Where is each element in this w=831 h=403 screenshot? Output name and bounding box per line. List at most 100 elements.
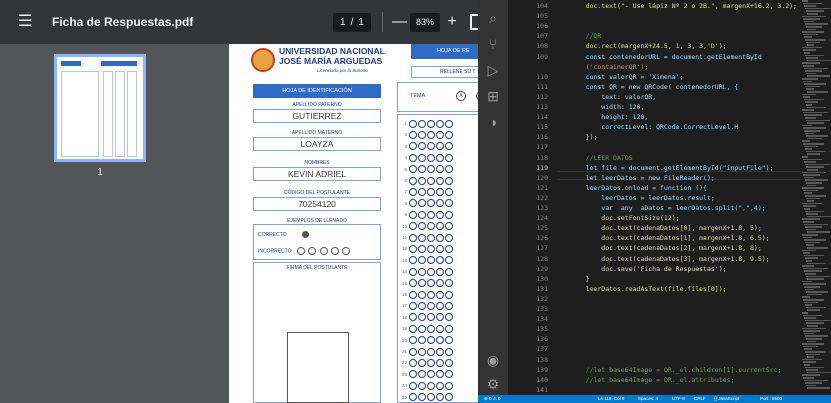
- answer-bubble: [436, 130, 444, 139]
- tema-box: TEMA A B: [397, 82, 490, 112]
- code-line[interactable]: doc.text(cadenaDatos[0], margenX+1.8, 5)…: [570, 224, 761, 232]
- status-encoding[interactable]: UTF-8: [672, 395, 685, 403]
- page-separator: /: [350, 17, 354, 28]
- code-line[interactable]: var any aDatos = leerDatos.split(",",4);: [570, 204, 765, 212]
- minimap-line: [805, 179, 828, 181]
- code-line[interactable]: //QR: [570, 32, 602, 40]
- minimap-line: [804, 223, 828, 226]
- answer-bubble: [418, 336, 426, 345]
- status-eol[interactable]: CRLF: [694, 395, 706, 403]
- answer-bubble: [427, 119, 435, 128]
- remote-icon[interactable]: ◑: [483, 112, 503, 132]
- line-number: 140: [536, 375, 548, 384]
- answer-bubble: [436, 393, 444, 402]
- empty-bubble-icon: [342, 247, 351, 255]
- settings-gear-icon[interactable]: ⚙: [483, 374, 503, 394]
- code-line[interactable]: leerDatos = leerDatos.result;: [570, 194, 715, 202]
- answer-bubble: [409, 233, 417, 242]
- code-line[interactable]: ('containerQR');: [570, 63, 649, 71]
- minimap-line: [807, 231, 830, 233]
- minimap-line: [806, 182, 822, 184]
- empty-bubble-icon: [308, 247, 317, 255]
- field-value: 70254120: [253, 197, 381, 211]
- answer-bubble: [436, 301, 444, 310]
- extensions-icon[interactable]: ⊞: [483, 86, 503, 106]
- page-thumbnail[interactable]: [54, 54, 146, 162]
- minimap-line: [805, 226, 822, 228]
- answer-bubble: [418, 233, 426, 242]
- answer-bubble: [436, 290, 444, 299]
- code-line[interactable]: doc.text(cadenaDatos[2], margenX+1.8, 8)…: [570, 244, 761, 252]
- answer-bubble: [409, 187, 417, 196]
- code-line[interactable]: }: [570, 275, 590, 283]
- status-cursor-position[interactable]: Ln 119, Col 9: [598, 395, 624, 403]
- code-line[interactable]: const QR = new QRCode( contenedorURL, {: [570, 83, 739, 91]
- answer-bubble: [445, 279, 453, 288]
- code-line[interactable]: });: [570, 133, 598, 141]
- search-icon[interactable]: ⌕: [483, 8, 503, 28]
- page-current[interactable]: 1: [340, 17, 346, 28]
- code-line[interactable]: width: 120,: [570, 103, 644, 111]
- line-number: 137: [536, 345, 548, 354]
- zoom-in-button[interactable]: +: [445, 12, 459, 32]
- line-number: 139: [536, 365, 548, 374]
- tema-option-a: A: [456, 91, 466, 101]
- line-number: 123: [536, 204, 548, 212]
- answer-number: 15: [401, 280, 407, 286]
- code-line[interactable]: //LEER DATOS: [570, 154, 633, 162]
- answer-row: 25: [400, 393, 453, 402]
- minimap-line: [805, 85, 820, 88]
- code-line[interactable]: doc.setFontSize(12);: [570, 214, 679, 222]
- code-line[interactable]: text: valorQR,: [570, 93, 656, 101]
- line-number: 108: [536, 42, 548, 51]
- minimap-line: [806, 197, 820, 200]
- answer-bubble: [418, 222, 426, 231]
- line-number: 107: [536, 32, 548, 41]
- answer-bubble: [445, 210, 453, 219]
- minimap-line: [805, 39, 826, 41]
- status-language[interactable]: {} JavaScript: [714, 395, 739, 403]
- code-line[interactable]: doc.rect(margenX+24.5, 1, 3, 3,'D');: [570, 42, 727, 50]
- code-line[interactable]: leerDatos.onload = function (){: [570, 184, 707, 192]
- code-line[interactable]: height: 120,: [570, 113, 648, 121]
- status-live-server-port[interactable]: Port : 5500: [760, 395, 782, 403]
- code-line[interactable]: doc.text(cadenaDatos[3], margenX+1.8, 9.…: [570, 255, 769, 263]
- code-line[interactable]: const contenedorURL = document.getElemen…: [570, 53, 762, 61]
- status-problems[interactable]: ⊗ 0 ⚠ 0: [484, 395, 501, 403]
- code-line[interactable]: doc.text("- Use lápiz Nº 2 o 2B.", marge…: [570, 2, 797, 10]
- university-tagline: Licenciada por la Sunedu: [317, 68, 368, 73]
- run-debug-icon[interactable]: ▷: [483, 60, 503, 80]
- page-indicator[interactable]: 1 / 1: [333, 13, 371, 32]
- answer-bubble: [427, 267, 435, 276]
- minimap-line: [807, 215, 831, 218]
- line-number: 131: [536, 284, 548, 293]
- account-icon[interactable]: ◉: [483, 350, 503, 370]
- code-line[interactable]: leerDatos.readAsText(file.files[0]);: [570, 285, 727, 293]
- line-number: 134: [536, 315, 548, 324]
- answer-row: 1: [400, 119, 453, 128]
- minimap[interactable]: [800, 0, 831, 395]
- minimap-line: [802, 280, 812, 283]
- answer-bubble: [409, 290, 417, 299]
- answer-bubble: [445, 153, 453, 162]
- code-line[interactable]: //let base64Image = QR._el.attributes;: [570, 376, 735, 384]
- code-line[interactable]: //let base64Image = QR._el.children[1].c…: [570, 366, 782, 374]
- answer-bubble: [436, 347, 444, 356]
- zoom-level[interactable]: 83%: [410, 13, 440, 32]
- answer-bubble: [436, 267, 444, 276]
- code-area[interactable]: doc.text("- Use lápiz Nº 2 o 2B.", marge…: [570, 0, 800, 395]
- line-number: 136: [536, 335, 548, 344]
- code-line[interactable]: let file = document.getElementById("inpu…: [570, 164, 774, 172]
- minimap-line: [803, 127, 826, 129]
- status-indentation[interactable]: Spaces: 4: [638, 395, 658, 403]
- source-control-icon[interactable]: ⑂: [483, 34, 503, 54]
- answer-number: 23: [401, 371, 407, 377]
- code-line[interactable]: doc.save('Ficha de Respuestas');: [570, 265, 726, 273]
- code-line[interactable]: let leerDatos = new FileReader();: [570, 174, 715, 182]
- code-line[interactable]: correctLevel: QRCode.CorrectLevel.H: [570, 123, 738, 131]
- code-line[interactable]: doc.text(cadenaDatos[1], margenX+1.8, 6.…: [570, 234, 769, 242]
- menu-icon[interactable]: ☰: [14, 12, 36, 32]
- minimap-line: [804, 36, 812, 38]
- code-line[interactable]: const valorQR = 'Ximena';: [570, 73, 684, 81]
- zoom-out-button[interactable]: —: [392, 12, 407, 32]
